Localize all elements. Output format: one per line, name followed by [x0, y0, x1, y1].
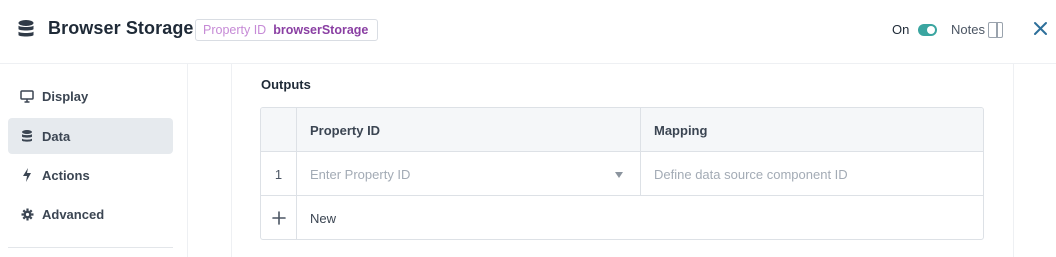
header: Browser Storage Property ID browserStora… [0, 0, 1056, 64]
property-id-select[interactable]: Enter Property ID [297, 152, 641, 196]
database-icon [20, 129, 34, 143]
page-title: Browser Storage [48, 18, 194, 38]
on-toggle[interactable] [918, 24, 937, 36]
sidebar-item-label: Actions [42, 167, 90, 183]
sidebar-item-actions[interactable]: Actions [8, 157, 173, 193]
close-icon[interactable] [1032, 20, 1049, 37]
toggle-label: On [892, 22, 910, 37]
lightning-icon [20, 168, 34, 182]
index-header-cell [261, 108, 297, 152]
plus-icon[interactable] [261, 196, 297, 239]
gear-icon [20, 207, 34, 221]
sidebar-divider [8, 247, 173, 248]
notes-label: Notes [951, 22, 985, 37]
table-header-row: Property ID Mapping [261, 108, 983, 152]
chevron-down-icon[interactable] [615, 172, 623, 178]
sidebar-item-label: Data [42, 128, 71, 144]
sidebar-item-display[interactable]: Display [8, 78, 173, 114]
toggle-knob [927, 26, 935, 34]
sidebar: Display Data Actions Advanced [0, 64, 188, 257]
sidebar-item-advanced[interactable]: Advanced [8, 196, 173, 232]
row-index: 1 [261, 152, 297, 196]
mapping-placeholder: Define data source component ID [654, 166, 848, 182]
property-id-value: browserStorage [273, 23, 369, 37]
property-id-key: Property ID [203, 23, 267, 37]
sidebar-item-data[interactable]: Data [8, 118, 173, 154]
column-header-property-id: Property ID [297, 108, 641, 152]
sidebar-item-label: Display [42, 88, 89, 104]
mapping-input[interactable]: Define data source component ID [641, 152, 983, 196]
new-row-button[interactable]: New [297, 196, 983, 239]
add-row[interactable]: New [261, 196, 983, 239]
main-divider-left [231, 64, 232, 257]
section-title: Outputs [261, 77, 311, 92]
panel-icon[interactable] [988, 22, 1003, 38]
database-icon [17, 19, 35, 39]
monitor-icon [20, 89, 34, 103]
main-divider-right [1013, 64, 1014, 257]
outputs-table: Property ID Mapping 1 Enter Property ID … [260, 107, 984, 240]
property-id-placeholder: Enter Property ID [310, 166, 411, 182]
sidebar-item-label: Advanced [42, 206, 105, 222]
column-header-mapping: Mapping [654, 122, 708, 138]
table-row: 1 Enter Property ID Define data source c… [261, 152, 983, 196]
property-id-chip[interactable]: Property ID browserStorage [195, 19, 379, 41]
